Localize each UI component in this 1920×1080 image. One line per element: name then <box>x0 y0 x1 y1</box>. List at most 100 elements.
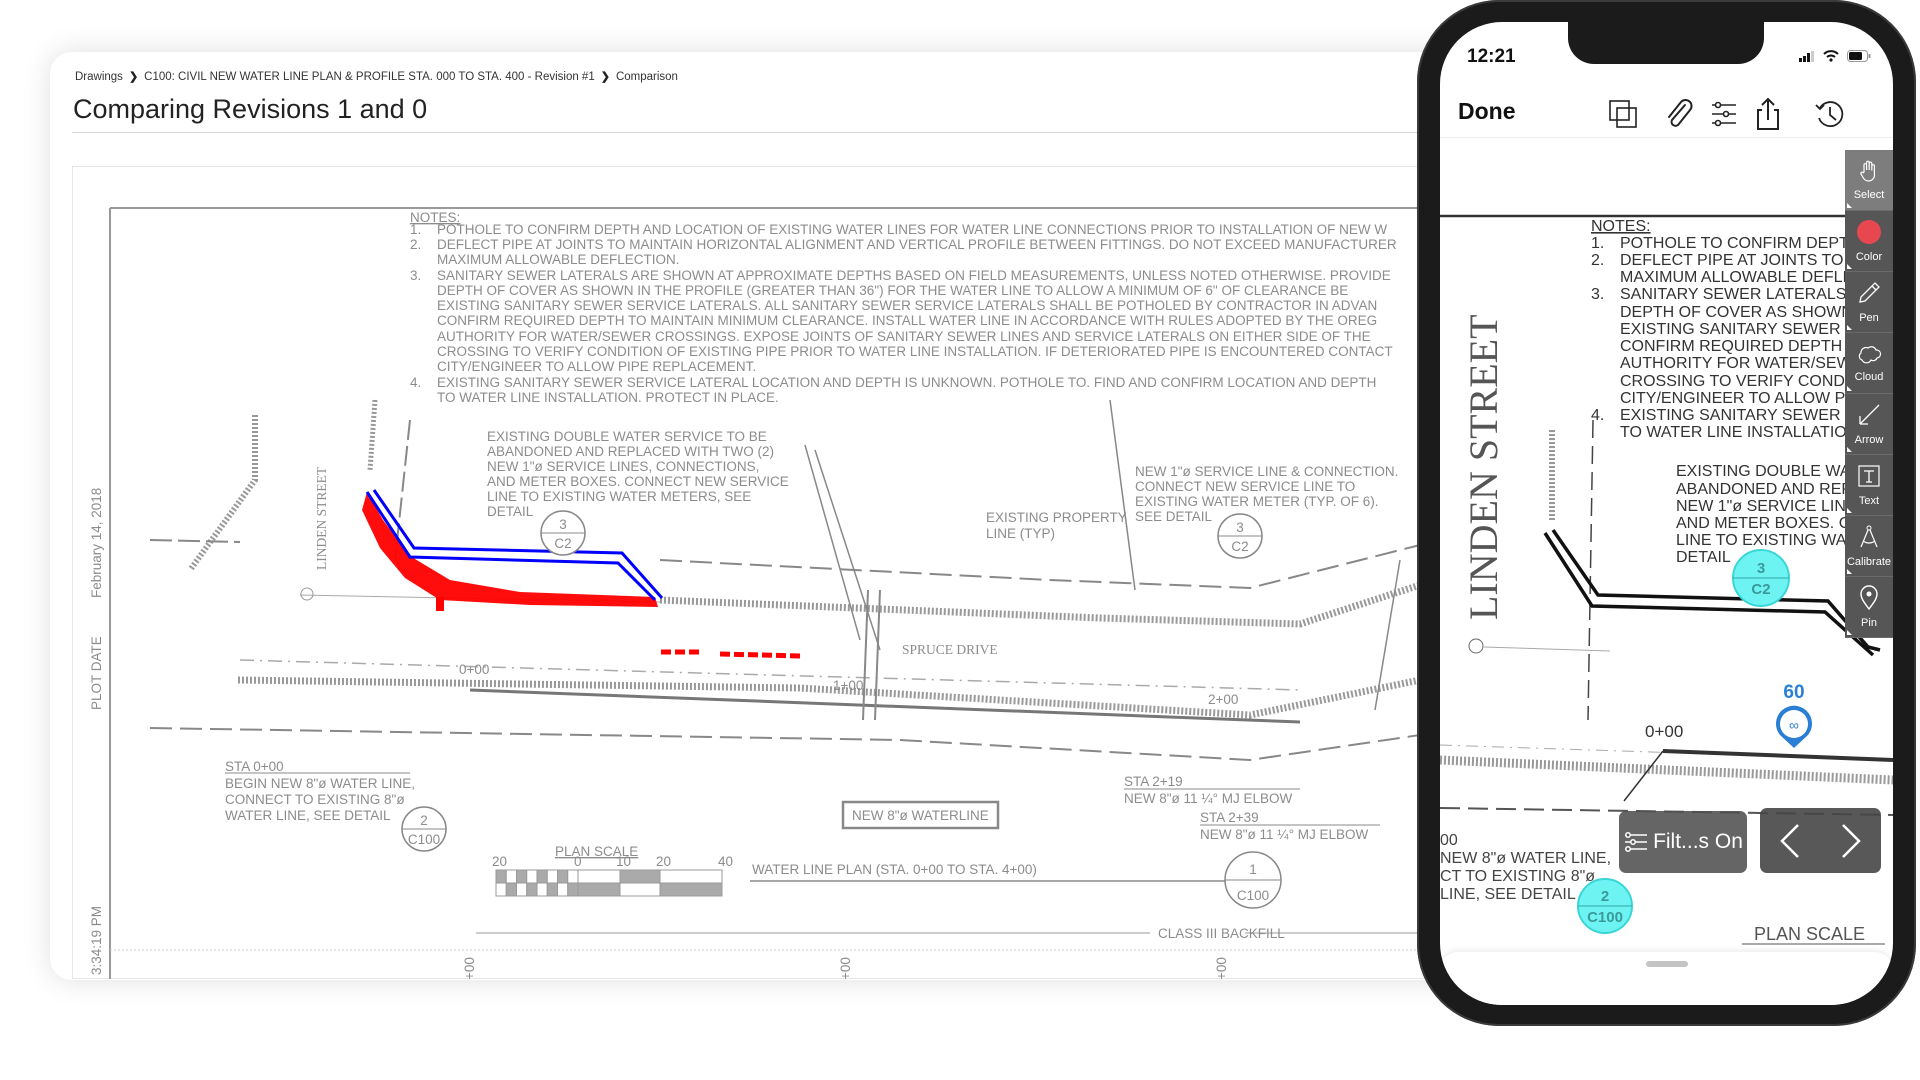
note-text: TO WATER LINE INSTALLATION. PROTECT IN P… <box>437 390 779 405</box>
scale-segment <box>536 882 548 897</box>
scale-tick: 10 <box>616 854 631 869</box>
station-label: 0+00 <box>1645 722 1683 741</box>
scale-segment <box>495 869 507 884</box>
station-label: 0+00 <box>459 662 489 677</box>
tool-pen[interactable]: Pen <box>1845 272 1893 333</box>
tool-arrow[interactable]: Arrow <box>1845 394 1893 455</box>
compass-icon <box>1856 524 1882 553</box>
sheet-handle[interactable] <box>1646 961 1688 967</box>
svg-text:3: 3 <box>1236 520 1244 535</box>
next-button[interactable] <box>1839 821 1863 861</box>
drawing-text: AND METER BOXES. CONNECT NEW SERVICE <box>487 474 789 489</box>
tool-select[interactable]: Select <box>1845 150 1893 211</box>
markup-toolbar: Select Color Pen Cloud Arrow Text Calibrate Pin <box>1845 150 1893 638</box>
scale-segment <box>495 882 507 897</box>
scale-segment <box>619 882 661 897</box>
filters-button[interactable]: Filt...s On <box>1619 811 1747 873</box>
signal-icon <box>1799 50 1814 62</box>
note-text: AUTHORITY FOR WATER/SEWER CROSSINGS. EXP… <box>437 329 1371 344</box>
note-text: CROSSING TO VERIFY CONDITION OF EXISTING… <box>437 344 1393 359</box>
drawing-text: CONNECT NEW SERVICE LINE TO <box>1135 479 1355 494</box>
tool-calibrate[interactable]: Calibrate <box>1845 516 1893 577</box>
pin-marker[interactable]: 60 ∞ <box>1776 682 1812 748</box>
scale-segment <box>516 869 528 884</box>
tool-label: Select <box>1853 189 1885 201</box>
svg-text:C100: C100 <box>1587 909 1623 926</box>
phone-screen: NOTES: 1.POTHOLE TO CONFIRM DEPTH AND LO… <box>1440 22 1893 1005</box>
note-number: 1. <box>410 222 421 237</box>
drawing-text: SEE DETAIL <box>1135 509 1213 524</box>
drawing-text: CONNECT TO EXISTING 8"ø <box>225 792 405 807</box>
paperclip-icon[interactable] <box>1661 96 1697 132</box>
sta-219-label: STA 2+19 <box>1124 774 1183 789</box>
note-text: CONFIRM REQUIRED DEPTH TO MAINTAIN MINIM… <box>437 313 1377 328</box>
note-text: EXISTING SANITARY SEWER SERVICE LATERAL … <box>437 375 1376 390</box>
scale-segment <box>577 882 621 897</box>
bottom-sheet[interactable] <box>1440 952 1893 1005</box>
drawing-text: NEW 1"ø SERVICE LINES, CONNECTIONS, <box>487 459 759 474</box>
plan-scale-label: PLAN SCALE <box>1754 924 1865 944</box>
svg-text:C2: C2 <box>554 536 571 551</box>
svg-text:3: 3 <box>559 517 567 532</box>
tool-label: Cloud <box>1854 371 1884 383</box>
sta-239-desc: NEW 8"ø 11 ¼° MJ ELBOW <box>1200 827 1368 842</box>
detail-marker-2-c100: 2 C100 <box>401 806 447 852</box>
tool-text[interactable]: Text <box>1845 455 1893 516</box>
svg-text:C100: C100 <box>1237 888 1269 903</box>
scale-segment <box>567 869 579 884</box>
revision-pager <box>1760 808 1881 873</box>
tool-cloud[interactable]: Cloud <box>1845 333 1893 394</box>
scale-segment <box>577 869 621 884</box>
detail-marker-2-c100[interactable]: 2 C100 <box>1577 878 1633 934</box>
note-text: CITY/ENGINEER TO ALLOW PIPE REPLACEMENT. <box>437 359 756 374</box>
tool-pin[interactable]: Pin <box>1845 577 1893 638</box>
sliders-icon[interactable] <box>1706 96 1742 132</box>
tool-label: Calibrate <box>1846 556 1892 568</box>
backfill-label: CLASS III BACKFILL <box>1158 926 1285 941</box>
notes-heading: NOTES: <box>1591 218 1651 235</box>
note-text: POTHOLE TO CONFIRM DEPTH AND LOCATION OF… <box>437 222 1387 237</box>
compare-overlay-icon[interactable] <box>1605 96 1641 132</box>
tool-label: Color <box>1855 251 1883 263</box>
tool-label: Arrow <box>1854 434 1884 446</box>
svg-text:C100: C100 <box>408 832 440 847</box>
battery-icon <box>1847 50 1871 62</box>
detail-marker-3-c2: 3 C2 <box>540 510 586 556</box>
done-button[interactable]: Done <box>1458 98 1516 125</box>
scale-segment <box>505 882 517 897</box>
tool-color[interactable]: Color <box>1845 211 1893 272</box>
scale-segment <box>536 869 548 884</box>
filters-label: Filt...s On <box>1653 830 1743 853</box>
detail-marker-3-c2: 3 C2 <box>1217 513 1263 559</box>
scale-segment <box>516 882 528 897</box>
note-number: 2. <box>1591 252 1604 269</box>
plot-date: February 14, 2018 <box>89 488 104 598</box>
note-number: 2. <box>410 237 421 252</box>
scale-segment <box>619 869 661 884</box>
property-line-note: LINE (TYP) <box>986 526 1055 541</box>
scale-tick: 20 <box>492 854 507 869</box>
sta-239-label: STA 2+39 <box>1200 810 1259 825</box>
note-text: DEFLECT PIPE AT JOINTS TO MAINTAIN HORIZ… <box>437 237 1397 252</box>
linden-street-label: LINDEN STREET <box>314 466 329 570</box>
drawing-text: LINE, SEE DETAIL <box>1440 886 1576 903</box>
history-icon[interactable] <box>1812 96 1848 132</box>
pin-count: 60 <box>1783 682 1804 703</box>
detail-marker-1-c100: 1 C100 <box>1224 851 1282 909</box>
previous-button[interactable] <box>1778 821 1802 861</box>
linden-street-label: LINDEN STREET <box>1461 314 1506 620</box>
wifi-icon <box>1823 50 1839 62</box>
share-icon[interactable] <box>1750 96 1786 132</box>
drawing-text: 00 <box>1440 832 1458 849</box>
scale-tick: 0 <box>574 854 582 869</box>
detail-marker-3-c2[interactable]: 3 C2 <box>1732 549 1790 607</box>
drawing-text: DETAIL <box>1676 549 1731 566</box>
tool-label: Pin <box>1861 617 1877 629</box>
drawing-text: NEW 8"ø WATER LINE, <box>1440 850 1611 867</box>
nav-divider <box>1440 137 1893 138</box>
removed-markup <box>436 597 444 611</box>
text-icon <box>1856 463 1882 492</box>
pen-icon <box>1856 280 1882 309</box>
notch <box>1568 22 1764 64</box>
drawing-text: ABANDONED AND REPLACED WITH TWO (2) <box>487 444 774 459</box>
